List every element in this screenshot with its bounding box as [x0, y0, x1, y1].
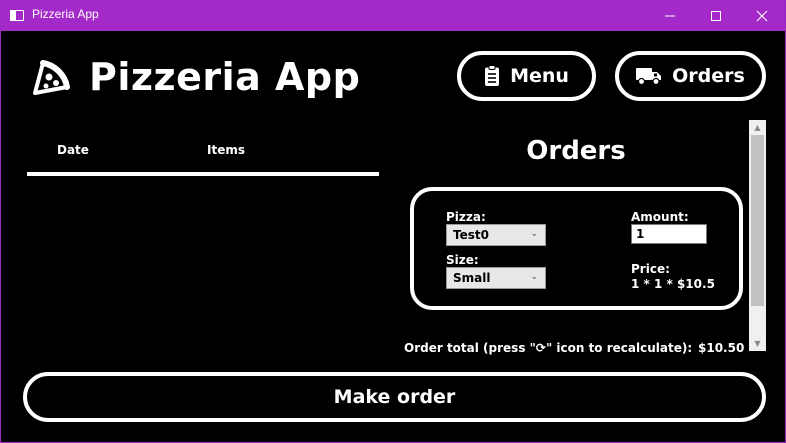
title-bar[interactable]: Pizzeria App	[1, 0, 785, 31]
maximize-icon	[711, 10, 721, 21]
size-label: Size:	[446, 253, 479, 267]
window-title: Pizzeria App	[32, 7, 99, 21]
chevron-down-icon: ⌄	[530, 272, 538, 282]
chevron-down-icon: ⌄	[530, 229, 538, 239]
scroll-up-icon[interactable]: ▲	[749, 120, 766, 135]
pizza-select-value: Test0	[453, 228, 489, 242]
column-header-date[interactable]: Date	[57, 143, 89, 157]
orders-button-label: Orders	[672, 65, 745, 87]
close-icon	[756, 10, 768, 21]
order-total-label: Order total (press "⟳" icon to recalcula…	[404, 341, 693, 355]
maximize-button[interactable]	[693, 0, 739, 31]
clipboard-list-icon	[485, 65, 500, 86]
pizza-select[interactable]: Test0 ⌄	[446, 224, 546, 246]
orders-heading: Orders	[526, 136, 626, 166]
delivery-truck-icon	[636, 68, 662, 86]
orders-button[interactable]: Orders	[615, 51, 766, 101]
scroll-down-icon[interactable]: ▼	[749, 336, 766, 351]
price-value: 1 * 1 * $10.5	[631, 277, 715, 291]
size-select-value: Small	[453, 271, 491, 285]
menu-button-label: Menu	[510, 65, 569, 87]
close-button[interactable]	[739, 0, 785, 31]
app-window: Pizzeria App Pizzeria App Menu Orders Da…	[0, 0, 786, 443]
order-total-value: $10.50	[698, 341, 745, 355]
amount-input[interactable]: 1	[631, 224, 707, 244]
window-app-icon	[10, 10, 24, 21]
amount-label: Amount:	[631, 210, 689, 224]
pizza-slice-icon	[33, 60, 70, 95]
price-label: Price:	[631, 262, 670, 276]
orders-scrollbar[interactable]: ▲ ▼	[749, 120, 766, 351]
make-order-label: Make order	[333, 386, 456, 408]
minimize-button[interactable]	[647, 0, 693, 31]
size-select[interactable]: Small ⌄	[446, 267, 546, 289]
column-header-items[interactable]: Items	[207, 143, 245, 157]
make-order-button[interactable]: Make order	[23, 372, 766, 422]
pizza-label: Pizza:	[446, 210, 486, 224]
column-header-divider	[27, 172, 379, 176]
menu-button[interactable]: Menu	[457, 51, 596, 101]
order-item-card	[410, 187, 743, 310]
app-title: Pizzeria App	[89, 55, 361, 99]
minimize-icon	[665, 15, 675, 16]
scrollbar-thumb[interactable]	[751, 135, 764, 306]
